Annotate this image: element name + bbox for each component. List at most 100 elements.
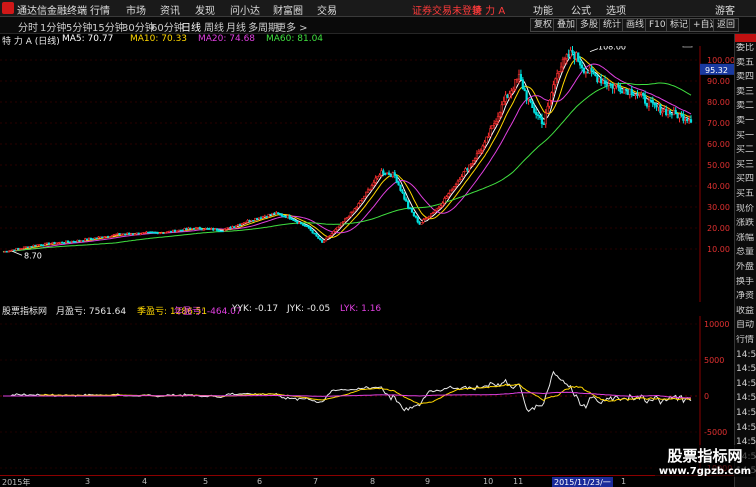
date-axis: 2015年 3 4 5 6 7 8 9 10 11 2015/11/23/一 1 [0, 475, 734, 487]
candle-body [282, 215, 286, 218]
candle-body [288, 215, 291, 219]
chart-minimize-icon[interactable] [682, 38, 693, 48]
date-label: 1 [621, 477, 627, 486]
candle-body [661, 110, 664, 114]
candle-body [112, 234, 115, 236]
app-logo-icon [2, 2, 14, 14]
candle-body [644, 95, 647, 104]
quarterly-pnl-line [3, 383, 691, 405]
candle-body [468, 164, 471, 171]
candle-body [548, 99, 551, 107]
menu-options[interactable]: 选项 [606, 2, 626, 17]
current-price-tag: 95.32 [705, 66, 728, 75]
candle-body [191, 228, 194, 230]
guest-user[interactable]: 游客 [715, 2, 735, 17]
period-more[interactable]: 更多 > [276, 19, 308, 34]
candle-body [196, 227, 200, 229]
candle-body [550, 92, 553, 101]
menu-market-quote[interactable]: 行情 [90, 2, 110, 17]
candle-body [628, 89, 631, 95]
yyk-value: YYK: -0.17 [232, 304, 279, 314]
candle-body [668, 110, 672, 114]
candle-body [493, 123, 496, 126]
menu-ask[interactable]: 问小达 [230, 2, 260, 17]
period-1min[interactable]: 1分钟 [40, 19, 66, 34]
candle-body [9, 250, 12, 252]
candle-body [61, 241, 64, 244]
menu-market[interactable]: 市场 [126, 2, 146, 17]
sidebar-row: 卖二 [736, 101, 755, 112]
candle-body [152, 231, 156, 234]
candle-body [286, 215, 289, 218]
candle-body [611, 84, 614, 89]
sidebar-row: 收益 [736, 305, 755, 316]
candle-body [166, 231, 169, 233]
sidebar-row: 委比 [736, 43, 755, 53]
candle-body [108, 236, 112, 238]
candle-body [682, 114, 685, 121]
candle-body [686, 118, 689, 121]
candle-body [378, 174, 381, 177]
candle-body [193, 228, 196, 230]
candle-body [489, 128, 492, 137]
candle-body [504, 94, 507, 102]
candle-body [538, 115, 542, 118]
period-timeshare[interactable]: 分时 [18, 19, 38, 34]
back-button[interactable]: 返回 [713, 18, 740, 32]
candle-body [93, 237, 96, 240]
menu-function[interactable]: 功能 [533, 2, 553, 17]
candle-body [233, 226, 236, 228]
candle-body [7, 250, 10, 253]
period-weekly[interactable]: 周线 [204, 19, 224, 34]
candle-body [317, 235, 320, 239]
candle-body [324, 237, 328, 242]
candle-body [189, 227, 192, 230]
candle-body [173, 229, 177, 233]
candle-body [82, 240, 85, 242]
candle-body [149, 231, 152, 234]
candle-body [527, 98, 530, 101]
period-30min[interactable]: 30分钟 [122, 19, 155, 34]
candle-body [575, 52, 578, 60]
candle-body [410, 208, 414, 213]
menu-discover[interactable]: 发现 [195, 2, 215, 17]
candle-body [590, 67, 593, 72]
candle-body [435, 208, 438, 211]
candle-body [645, 102, 649, 107]
candle-body [447, 193, 450, 197]
menu-wealth[interactable]: 财富圈 [273, 2, 303, 17]
period-15min[interactable]: 15分钟 [92, 19, 125, 34]
candle-body [494, 121, 498, 124]
indicator-chart-panel[interactable]: 1000050000-5000-10000 [0, 316, 734, 475]
sidebar-row: 14:56 [736, 393, 756, 404]
candle-body [137, 232, 140, 235]
candle-body [473, 158, 477, 161]
candle-body [187, 227, 190, 230]
kline-chart[interactable]: 100.00 90.00 80.00 70.00 60.00 50.00 40.00 30.0… [0, 38, 735, 302]
period-monthly[interactable]: 月线 [226, 19, 246, 34]
price-chart-panel[interactable]: 100.00 90.00 80.00 70.00 60.00 50.00 40.00 30.0… [0, 38, 735, 302]
period-60min[interactable]: 60分钟 [151, 19, 184, 34]
menu-formula[interactable]: 公式 [571, 2, 591, 17]
title-bar: 通达信金融终端 行情 市场 资讯 发现 问小达 财富圈 交易 证券交易未登录 特… [0, 0, 756, 17]
candle-body [145, 231, 148, 234]
candle-body [540, 117, 544, 124]
candle-body [605, 83, 609, 86]
candle-body [395, 175, 398, 183]
period-daily[interactable]: 日线 [181, 19, 201, 34]
period-multi[interactable]: 多周期 [248, 19, 278, 34]
candle-body [97, 236, 100, 239]
candle-body [175, 230, 179, 233]
menu-trade[interactable]: 交易 [317, 2, 337, 17]
candle-body [666, 110, 670, 115]
menu-news[interactable]: 资讯 [160, 2, 180, 17]
candle-body [521, 79, 524, 90]
candle-body [663, 109, 666, 112]
indicator-chart[interactable]: 1000050000-5000-10000 [0, 316, 734, 475]
price-axis-tick: 60.00 [707, 140, 730, 149]
candle-body [129, 233, 133, 236]
candle-body [357, 203, 360, 208]
candle-body [579, 61, 582, 66]
candle-body [506, 94, 509, 98]
period-5min[interactable]: 5分钟 [66, 19, 92, 34]
